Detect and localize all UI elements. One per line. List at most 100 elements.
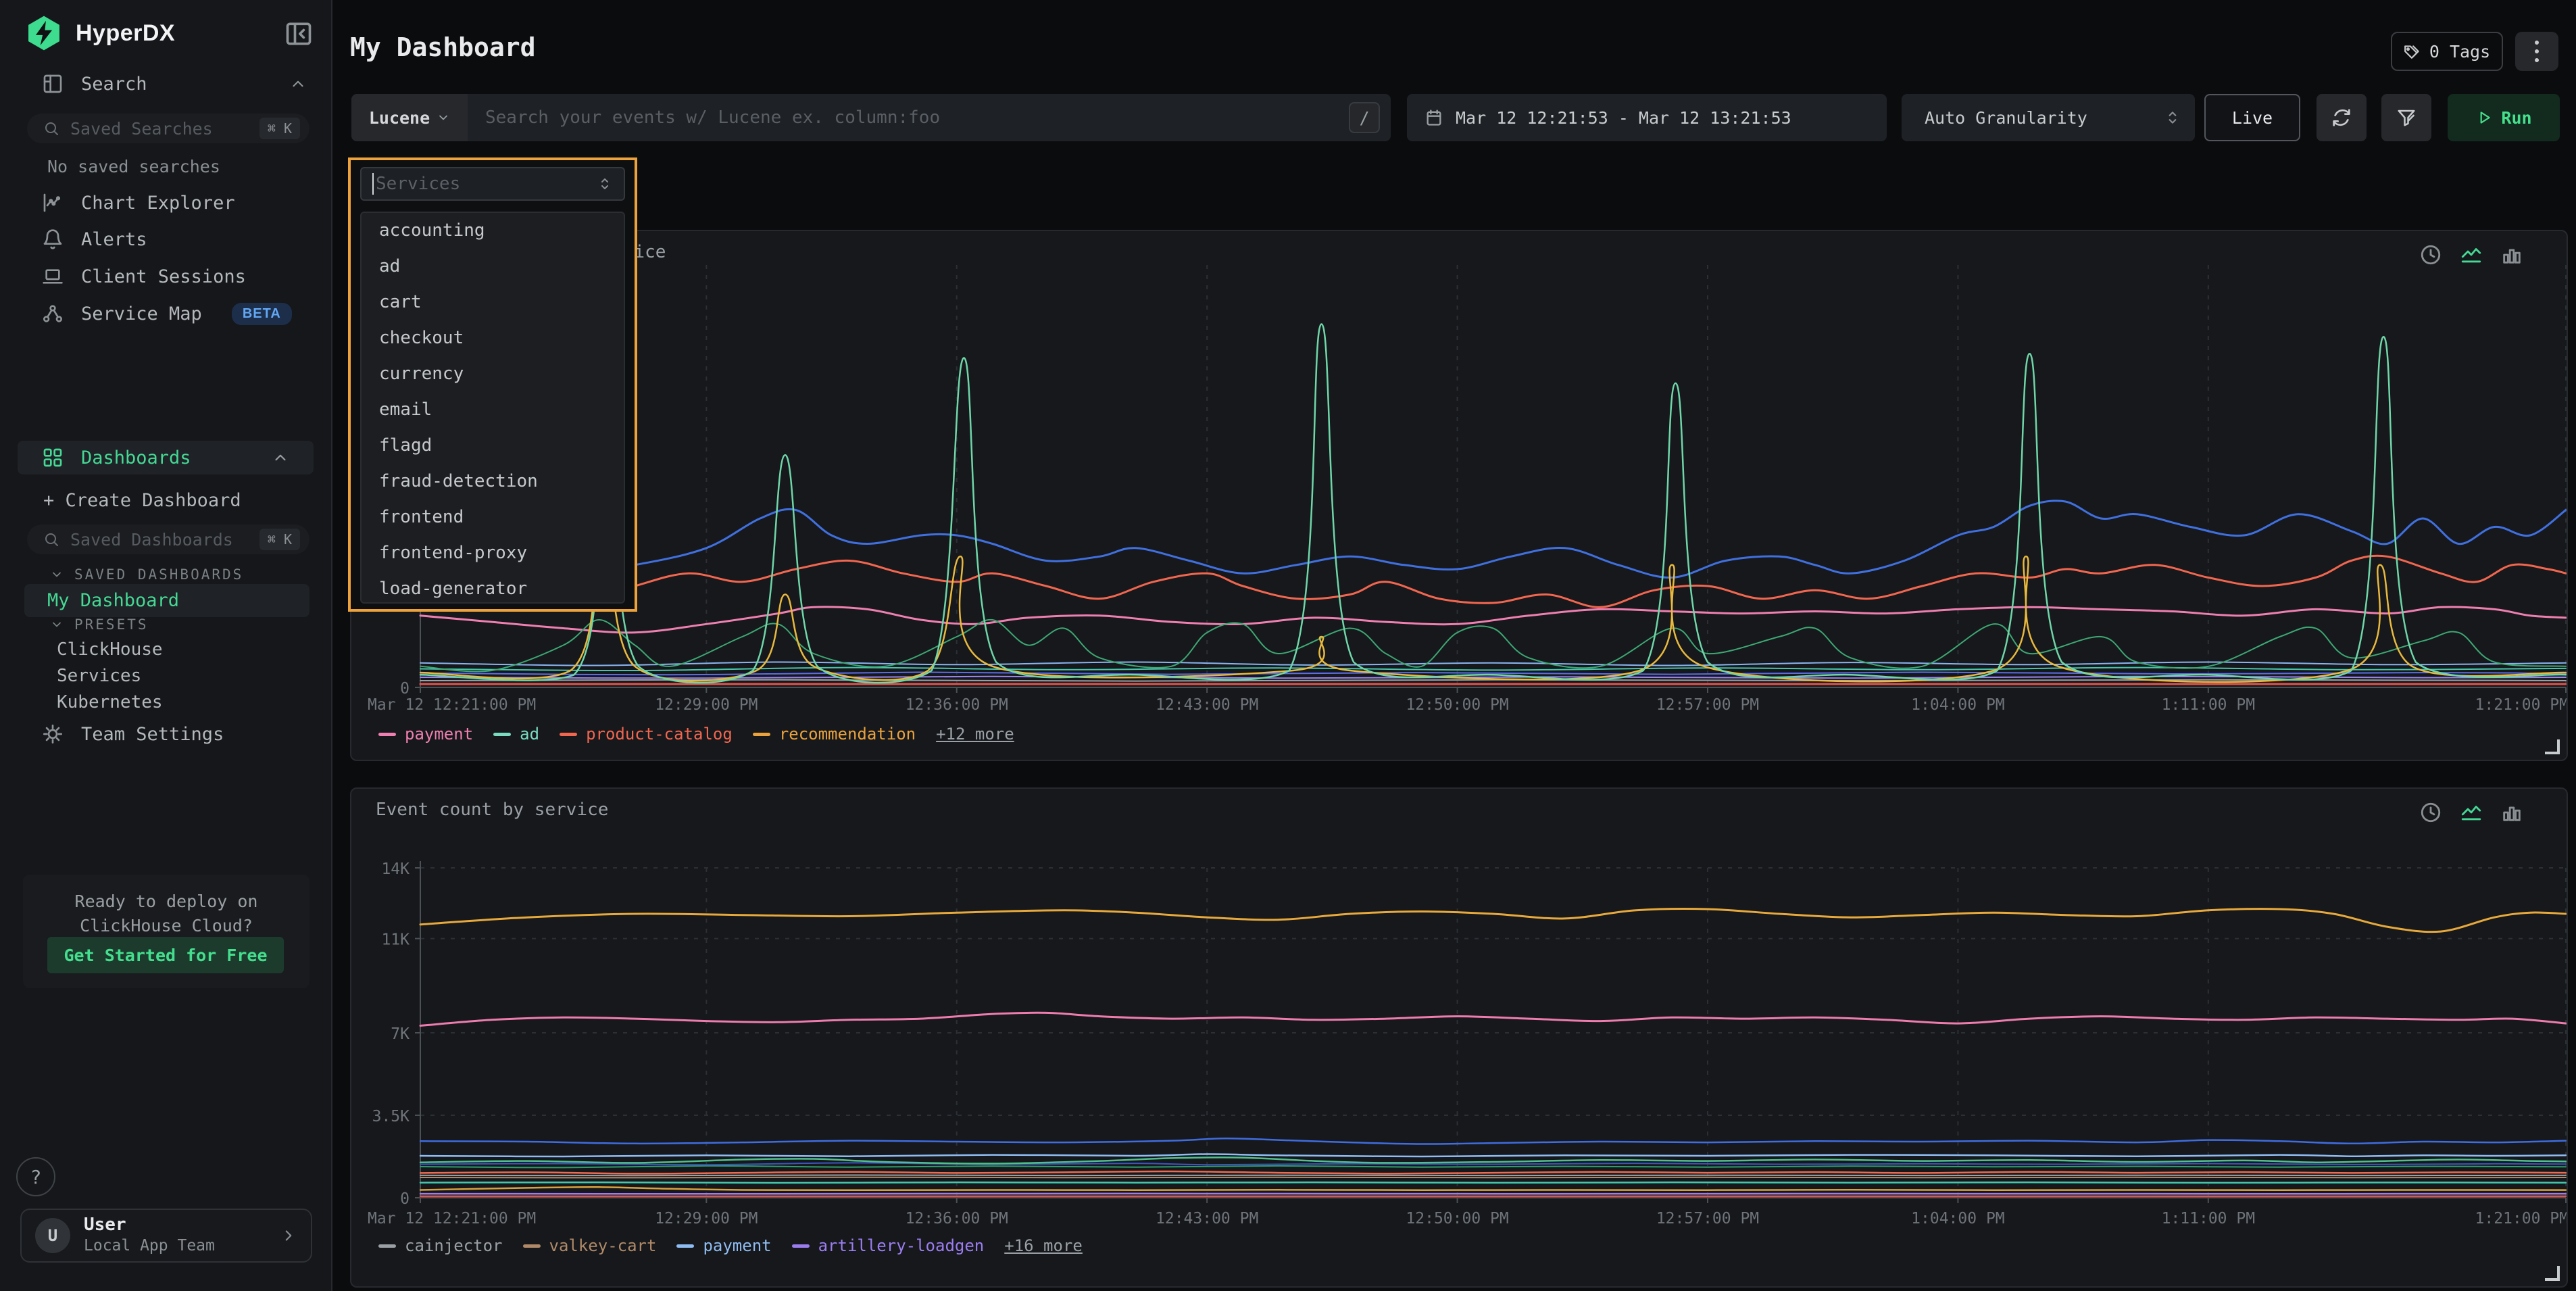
hyperdx-logo-icon bbox=[24, 14, 64, 53]
services-filter-dropdown: Services accounting ad cart checkout cur… bbox=[348, 157, 637, 612]
saved-dashboards-section-header[interactable]: SAVED DASHBOARDS bbox=[50, 566, 243, 583]
services-filter-input[interactable]: Services bbox=[360, 167, 625, 201]
sidebar-item-dashboards[interactable]: Dashboards bbox=[18, 441, 314, 474]
date-range-value: Mar 12 12:21:53 - Mar 12 13:21:53 bbox=[1456, 108, 1791, 128]
svg-text:12:43:00 PM: 12:43:00 PM bbox=[1156, 696, 1258, 714]
legend-entry: payment bbox=[378, 725, 473, 744]
laptop-icon bbox=[42, 266, 64, 287]
search-panel-icon bbox=[42, 73, 64, 95]
sidebar-item-kubernetes[interactable]: Kubernetes bbox=[57, 692, 163, 712]
sidebar-item-team-settings[interactable]: Team Settings bbox=[0, 718, 331, 750]
legend-color-dash bbox=[560, 733, 577, 736]
svg-text:Mar 12 12:21:00 PM: Mar 12 12:21:00 PM bbox=[368, 1210, 536, 1227]
sidebar-item-label: Team Settings bbox=[81, 724, 224, 745]
line-chart-1[interactable]: Mar 12 12:21:00 PM12:29:00 PM12:36:00 PM… bbox=[351, 231, 2567, 760]
date-range-picker[interactable]: Mar 12 12:21:53 - Mar 12 13:21:53 bbox=[1407, 94, 1887, 141]
user-name: User bbox=[84, 1215, 215, 1236]
service-option[interactable]: load-generator bbox=[362, 571, 624, 604]
event-search-input[interactable] bbox=[468, 107, 1391, 128]
legend-more-link[interactable]: +16 more bbox=[1004, 1236, 1083, 1255]
service-option[interactable]: accounting bbox=[362, 213, 624, 249]
svg-text:12:29:00 PM: 12:29:00 PM bbox=[655, 1210, 758, 1227]
sidebar-item-client-sessions[interactable]: Client Sessions bbox=[0, 260, 331, 293]
chevron-down-icon bbox=[50, 618, 64, 631]
chevron-up-icon bbox=[272, 449, 289, 466]
help-button[interactable]: ? bbox=[16, 1157, 55, 1196]
sidebar-item-search[interactable]: Search bbox=[0, 68, 331, 100]
svg-text:1:21:00 PM: 1:21:00 PM bbox=[2475, 1210, 2567, 1227]
presets-section-header[interactable]: PRESETS bbox=[50, 616, 149, 633]
service-map-icon bbox=[42, 303, 64, 324]
sidebar-item-service-map[interactable]: Service Map BETA bbox=[0, 297, 331, 330]
user-menu[interactable]: U User Local App Team bbox=[20, 1209, 312, 1263]
sidebar-item-my-dashboard[interactable]: My Dashboard bbox=[24, 584, 309, 617]
saved-dashboards-search[interactable]: ⌘ K bbox=[27, 525, 309, 554]
service-option[interactable]: email bbox=[362, 392, 624, 428]
question-mark-icon: ? bbox=[30, 1166, 42, 1188]
legend-color-dash bbox=[493, 733, 511, 736]
service-option[interactable]: frontend-proxy bbox=[362, 535, 624, 571]
sidebar-collapse-icon[interactable] bbox=[284, 19, 314, 49]
search-icon bbox=[43, 120, 59, 137]
legend-entry: valkey-cart bbox=[523, 1236, 657, 1255]
gear-icon bbox=[42, 723, 64, 745]
section-header-label: PRESETS bbox=[74, 616, 149, 633]
panel-resize-handle[interactable] bbox=[2545, 1266, 2560, 1281]
granularity-select[interactable]: Auto Granularity bbox=[1902, 94, 2195, 141]
calendar-icon bbox=[1425, 108, 1443, 127]
svg-text:1:11:00 PM: 1:11:00 PM bbox=[2162, 696, 2255, 714]
sidebar-item-clickhouse[interactable]: ClickHouse bbox=[57, 639, 163, 660]
refresh-button[interactable] bbox=[2317, 94, 2367, 141]
legend-label: payment bbox=[703, 1236, 771, 1255]
service-option[interactable]: currency bbox=[362, 356, 624, 392]
service-option[interactable]: frontend bbox=[362, 500, 624, 535]
sidebar-item-alerts[interactable]: Alerts bbox=[0, 223, 331, 255]
get-started-button[interactable]: Get Started for Free bbox=[47, 937, 284, 973]
filters-button[interactable] bbox=[2381, 94, 2431, 141]
tags-button[interactable]: 0 Tags bbox=[2391, 32, 2503, 71]
service-option[interactable]: cart bbox=[362, 285, 624, 320]
svg-text:12:50:00 PM: 12:50:00 PM bbox=[1406, 696, 1508, 714]
dashboard-menu-button[interactable] bbox=[2515, 32, 2558, 71]
chevrons-up-down-icon bbox=[2164, 109, 2181, 126]
avatar: U bbox=[35, 1218, 70, 1253]
legend-more-link[interactable]: +12 more bbox=[936, 725, 1014, 744]
svg-text:1:04:00 PM: 1:04:00 PM bbox=[1911, 696, 2004, 714]
service-option[interactable]: checkout bbox=[362, 320, 624, 356]
svg-text:12:57:00 PM: 12:57:00 PM bbox=[1656, 696, 1759, 714]
logo[interactable]: HyperDX bbox=[24, 14, 175, 53]
svg-text:1:04:00 PM: 1:04:00 PM bbox=[1911, 1210, 2004, 1227]
services-option-list: accounting ad cart checkout currency ema… bbox=[360, 212, 625, 604]
sidebar-item-label: Alerts bbox=[81, 229, 147, 250]
chart-explorer-icon bbox=[42, 192, 64, 214]
chart-panel-2: Event count by service Mar 12 12:21:00 P… bbox=[350, 787, 2568, 1288]
sidebar-item-services[interactable]: Services bbox=[57, 666, 141, 686]
chevron-up-icon bbox=[289, 75, 307, 93]
chevron-down-icon bbox=[50, 568, 64, 581]
legend-label: cainjector bbox=[405, 1236, 503, 1255]
create-dashboard-label: + Create Dashboard bbox=[43, 490, 241, 511]
chart-legend: cainjectorvalkey-cartpaymentartillery-lo… bbox=[378, 1236, 1083, 1255]
query-language-select[interactable]: Lucene bbox=[351, 94, 468, 141]
slash-shortcut: / bbox=[1349, 102, 1380, 133]
live-button[interactable]: Live bbox=[2204, 94, 2300, 141]
saved-searches-search[interactable]: ⌘ K bbox=[27, 114, 309, 143]
saved-searches-input[interactable] bbox=[69, 118, 250, 139]
saved-dashboards-input[interactable] bbox=[69, 529, 250, 550]
service-option[interactable]: fraud-detection bbox=[362, 464, 624, 500]
sidebar-item-label: Search bbox=[81, 74, 147, 95]
create-dashboard-button[interactable]: + Create Dashboard bbox=[0, 484, 331, 516]
svg-text:12:36:00 PM: 12:36:00 PM bbox=[906, 1210, 1008, 1227]
sidebar-item-chart-explorer[interactable]: Chart Explorer bbox=[0, 187, 331, 219]
service-option[interactable]: ad bbox=[362, 249, 624, 285]
event-search-input-wrap: / bbox=[468, 94, 1391, 141]
panel-resize-handle[interactable] bbox=[2545, 739, 2560, 754]
line-chart-2[interactable]: Mar 12 12:21:00 PM 12:29:00 PM 12:36:00 PM… bbox=[351, 789, 2567, 1286]
run-button[interactable]: Run bbox=[2448, 94, 2560, 141]
legend-entry: payment bbox=[676, 1236, 771, 1255]
sidebar-item-label: Client Sessions bbox=[81, 266, 246, 287]
svg-text:12:57:00 PM: 12:57:00 PM bbox=[1656, 1210, 1759, 1227]
service-option[interactable]: flagd bbox=[362, 428, 624, 464]
svg-text:0: 0 bbox=[400, 680, 410, 698]
refresh-icon bbox=[2331, 107, 2352, 128]
